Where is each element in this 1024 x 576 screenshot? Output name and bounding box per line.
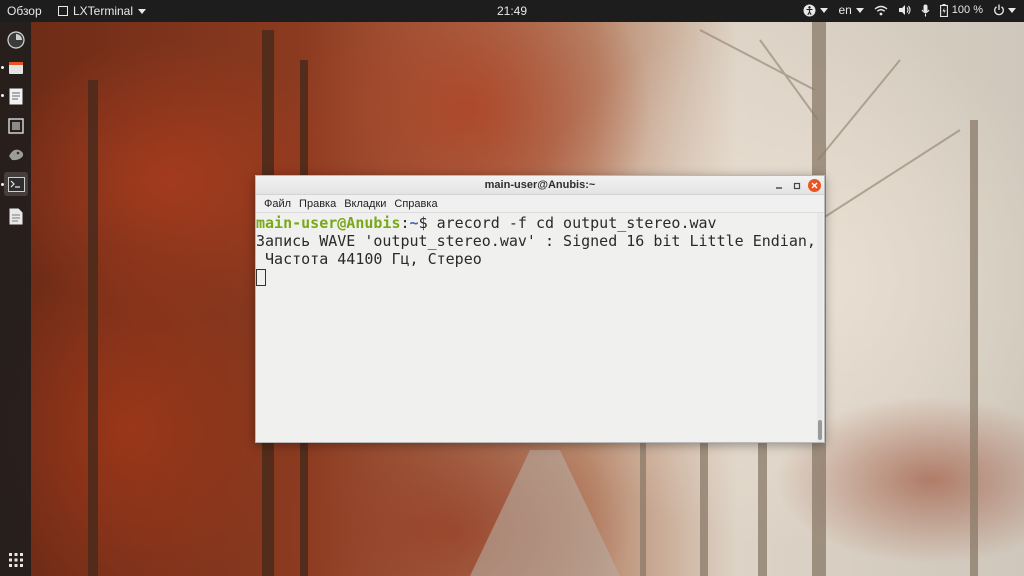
scrollbar-thumb[interactable] — [818, 420, 822, 440]
menu-file[interactable]: Файл — [260, 195, 295, 213]
text-cursor — [256, 269, 266, 286]
battery-icon — [939, 3, 948, 17]
running-indicator-dot — [1, 94, 4, 97]
system-tray[interactable]: en 100 % — [803, 3, 1016, 17]
terminal-output[interactable]: main-user@Anubis:~$ arecord -f cd output… — [256, 213, 817, 442]
dock-item-files[interactable] — [4, 56, 28, 80]
chevron-down-icon — [855, 7, 864, 13]
minimize-button[interactable] — [772, 179, 785, 192]
output-line: Запись WAVE 'output_stereo.wav' : Signed… — [256, 232, 816, 250]
top-bar: Обзор LXTerminal 21:49 en 100 % — [0, 0, 1024, 22]
accessibility-icon — [803, 4, 816, 16]
chevron-down-icon — [1008, 7, 1016, 13]
prompt-path: ~ — [409, 214, 419, 232]
wifi-icon — [874, 5, 888, 15]
browser-icon — [7, 31, 25, 49]
command-text: arecord -f cd output_stereo.wav — [436, 214, 717, 232]
show-applications-button[interactable] — [4, 548, 28, 572]
maximize-icon — [793, 182, 800, 189]
menu-edit[interactable]: Правка — [295, 195, 340, 213]
app-menu-button[interactable]: LXTerminal — [58, 4, 147, 18]
app-grid-icon — [9, 553, 23, 567]
dock-item-terminal[interactable] — [4, 172, 28, 196]
terminal-scrollbar[interactable] — [817, 213, 823, 442]
clock[interactable]: 21:49 — [497, 4, 527, 18]
power-menu[interactable] — [993, 4, 1016, 16]
microphone-icon — [921, 4, 930, 16]
prompt-user: main-user@Anubis — [256, 214, 401, 232]
battery-indicator[interactable]: 100 % — [939, 3, 983, 17]
terminal-app-icon — [58, 6, 68, 16]
menu-help[interactable]: Справка — [390, 195, 441, 213]
chevron-down-icon — [138, 8, 147, 14]
close-button[interactable] — [808, 179, 821, 192]
text-editor-icon — [9, 88, 23, 104]
dock-item-browser[interactable] — [4, 28, 28, 52]
accessibility-menu[interactable] — [803, 4, 829, 17]
terminal-icon — [7, 176, 25, 192]
dock-item-document[interactable] — [4, 204, 28, 228]
chevron-down-icon — [820, 7, 829, 13]
prompt-separator: : — [400, 214, 410, 232]
output-line: Частота 44100 Гц, Стерео — [256, 250, 482, 268]
menu-tabs[interactable]: Вкладки — [340, 195, 390, 213]
window-title: main-user@Anubis:~ — [484, 179, 596, 191]
power-icon — [994, 4, 1004, 16]
minimize-icon — [775, 186, 782, 189]
terminal-window: main-user@Anubis:~ Файл Правка Вкладки С… — [255, 175, 825, 443]
screenshot-icon — [8, 118, 24, 134]
files-icon — [9, 62, 23, 74]
close-icon — [811, 182, 818, 189]
dock — [0, 22, 31, 576]
dock-item-gimp[interactable] — [4, 142, 28, 166]
running-indicator-dot — [1, 183, 4, 186]
activities-button[interactable]: Обзор — [7, 4, 42, 18]
window-menubar: Файл Правка Вкладки Справка — [256, 195, 824, 213]
battery-percent: 100 % — [951, 4, 983, 16]
keyboard-layout-label: en — [838, 3, 852, 17]
dock-item-screenshot[interactable] — [4, 114, 28, 138]
keyboard-layout-menu[interactable]: en — [838, 3, 864, 17]
volume-icon — [898, 5, 911, 15]
dock-item-text-editor[interactable] — [4, 84, 28, 108]
running-indicator-dot — [1, 66, 4, 69]
window-titlebar[interactable]: main-user@Anubis:~ — [256, 176, 824, 195]
gimp-icon — [9, 149, 24, 161]
app-menu-label: LXTerminal — [73, 4, 134, 18]
document-icon — [9, 208, 23, 224]
maximize-button[interactable] — [790, 179, 803, 192]
prompt-symbol: $ — [418, 214, 437, 232]
